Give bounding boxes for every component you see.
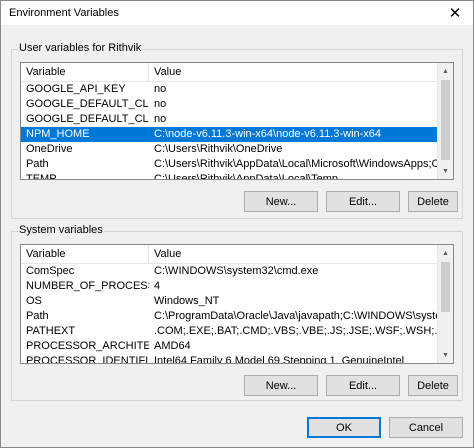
user-list-header: Variable Value <box>21 63 439 82</box>
table-row[interactable]: NUMBER_OF_PROCESSORS 4 <box>21 279 439 294</box>
variable-value-cell: Intel64 Family 6 Model 69 Stepping 1, Ge… <box>154 355 405 364</box>
variable-name-cell: OS <box>26 295 42 307</box>
user-delete-button[interactable]: Delete <box>408 191 458 212</box>
table-row[interactable]: Path C:\ProgramData\Oracle\Java\javapath;… <box>21 309 439 324</box>
variable-name-cell: GOOGLE_API_KEY <box>26 83 126 95</box>
variable-name-cell: GOOGLE_DEFAULT_CLIENT_ID <box>26 98 149 110</box>
window-title: Environment Variables <box>9 7 119 19</box>
system-variables-list[interactable]: Variable Value ComSpec C:\WINDOWS\system3… <box>20 244 454 364</box>
table-row[interactable]: PROCESSOR_IDENTIFIER Intel64 Family 6 Mod… <box>21 354 439 364</box>
system-new-button[interactable]: New... <box>244 375 318 396</box>
close-button[interactable]: ✕ <box>437 1 473 25</box>
user-variables-label: User variables for Rithvik <box>18 42 143 54</box>
table-row[interactable]: GOOGLE_DEFAULT_CLIENT_ID no <box>21 97 439 112</box>
scroll-thumb[interactable] <box>441 262 450 312</box>
ok-button[interactable]: OK <box>307 417 381 438</box>
user-new-button[interactable]: New... <box>244 191 318 212</box>
close-icon: ✕ <box>448 5 462 22</box>
variable-value-cell: C:\Users\Rithvik\AppData\Local\Microsoft… <box>154 158 439 170</box>
user-variables-list[interactable]: Variable Value GOOGLE_API_KEY no GOOGLE_DE… <box>20 62 454 180</box>
variable-value-cell: no <box>154 83 167 95</box>
table-row[interactable]: PATHEXT .COM;.EXE;.BAT;.CMD;.VBS;.VBE;.JS… <box>21 324 439 339</box>
variable-value-cell: no <box>154 98 167 110</box>
variable-name-cell: Path <box>26 310 49 322</box>
variable-name-cell: PROCESSOR_IDENTIFIER <box>26 355 149 364</box>
user-list-scrollbar[interactable]: ▲ ▼ <box>437 63 453 179</box>
table-row[interactable]: NPM_HOME C:\node-v6.11.3-win-x64\node-v6.… <box>21 127 439 142</box>
environment-variables-dialog: Environment Variables ✕ User variables f… <box>0 0 474 448</box>
table-row[interactable]: GOOGLE_API_KEY no <box>21 82 439 97</box>
variable-name-cell: ComSpec <box>26 265 75 277</box>
table-row[interactable]: OneDrive C:\Users\Rithvik\OneDrive <box>21 142 439 157</box>
variable-value-cell: no <box>154 113 167 125</box>
user-edit-button[interactable]: Edit... <box>326 191 400 212</box>
column-header-variable[interactable]: Variable <box>21 245 149 263</box>
table-row[interactable]: ComSpec C:\WINDOWS\system32\cmd.exe <box>21 264 439 279</box>
scroll-down-arrow-icon[interactable]: ▼ <box>438 347 453 363</box>
variable-value-cell: Windows_NT <box>154 295 220 307</box>
variable-value-cell: 4 <box>154 280 161 292</box>
variable-value-cell: C:\Users\Rithvik\OneDrive <box>154 143 283 155</box>
variable-value-cell: .COM;.EXE;.BAT;.CMD;.VBS;.VBE;.JS;.JSE;.… <box>154 325 439 337</box>
column-header-value[interactable]: Value <box>149 63 439 81</box>
variable-value-cell: AMD64 <box>154 340 191 352</box>
system-list-header: Variable Value <box>21 245 439 264</box>
variable-value-cell: C:\WINDOWS\system32\cmd.exe <box>154 265 319 277</box>
table-row[interactable]: PROCESSOR_ARCHITECTURE AMD64 <box>21 339 439 354</box>
system-edit-button[interactable]: Edit... <box>326 375 400 396</box>
variable-name-cell: NUMBER_OF_PROCESSORS <box>26 280 149 292</box>
variable-name-cell: PATHEXT <box>26 325 76 337</box>
column-header-variable[interactable]: Variable <box>21 63 149 81</box>
system-variables-group: System variables Variable Value ComSpec C… <box>11 224 463 401</box>
scroll-thumb[interactable] <box>441 80 450 160</box>
variable-name-cell: OneDrive <box>26 143 73 155</box>
system-variables-label: System variables <box>18 224 104 236</box>
variable-name-cell: NPM_HOME <box>26 128 90 140</box>
user-variables-group: User variables for Rithvik Variable Valu… <box>11 42 463 219</box>
system-rows: ComSpec C:\WINDOWS\system32\cmd.exe NUMBER… <box>21 264 439 364</box>
table-row[interactable]: TEMP C:\Users\Rithvik\AppData\Local\Temp <box>21 172 439 180</box>
scroll-up-arrow-icon[interactable]: ▲ <box>438 63 453 79</box>
variable-value-cell: C:\node-v6.11.3-win-x64\node-v6.11.3-win… <box>154 128 382 140</box>
table-row[interactable]: OS Windows_NT <box>21 294 439 309</box>
table-row[interactable]: GOOGLE_DEFAULT_CLIENT_... no <box>21 112 439 127</box>
variable-name-cell: PROCESSOR_ARCHITECTURE <box>26 340 149 352</box>
variable-name-cell: GOOGLE_DEFAULT_CLIENT_... <box>26 113 149 125</box>
scroll-down-arrow-icon[interactable]: ▼ <box>438 163 453 179</box>
scroll-up-arrow-icon[interactable]: ▲ <box>438 245 453 261</box>
system-list-scrollbar[interactable]: ▲ ▼ <box>437 245 453 363</box>
variable-name-cell: Path <box>26 158 49 170</box>
variable-value-cell: C:\Users\Rithvik\AppData\Local\Temp <box>154 173 339 180</box>
variable-name-cell: TEMP <box>26 173 57 180</box>
cancel-button[interactable]: Cancel <box>389 417 463 438</box>
variable-value-cell: C:\ProgramData\Oracle\Java\javapath;C:\W… <box>154 310 439 322</box>
system-delete-button[interactable]: Delete <box>408 375 458 396</box>
title-bar: Environment Variables ✕ <box>1 1 473 25</box>
column-header-value[interactable]: Value <box>149 245 439 263</box>
table-row[interactable]: Path C:\Users\Rithvik\AppData\Local\Micro… <box>21 157 439 172</box>
user-rows: GOOGLE_API_KEYnoGOOGLE_DEFAULT_CLIENT_ID… <box>21 82 439 180</box>
